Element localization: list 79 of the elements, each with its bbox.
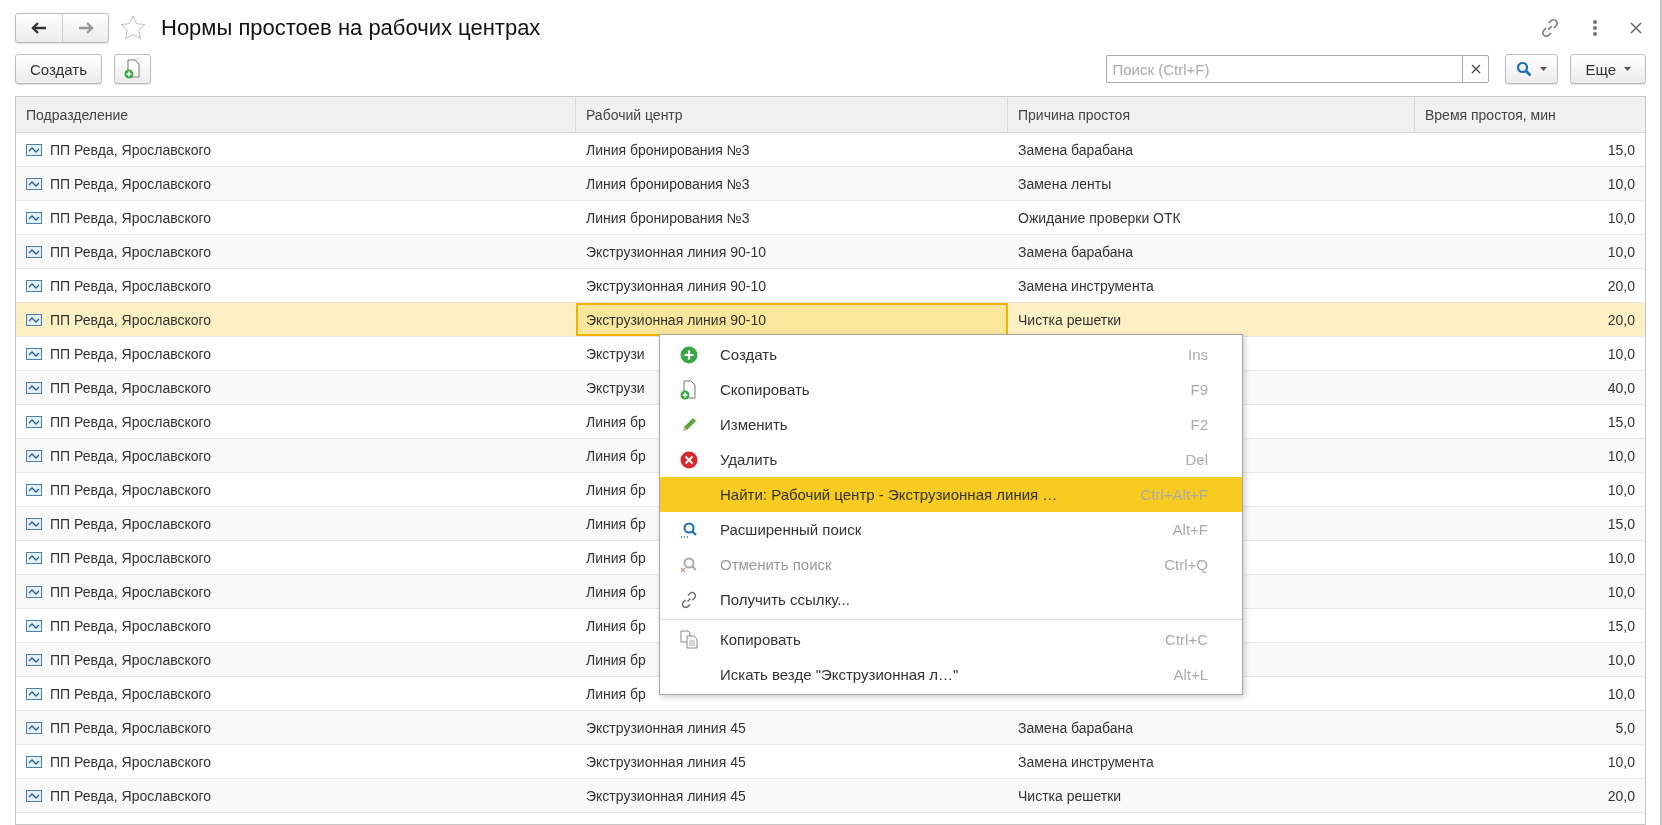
table-cell: 10,0 [1607, 243, 1635, 260]
table-cell: ПП Ревда, Ярославского [50, 583, 212, 600]
table-cell: 20,0 [1607, 311, 1635, 328]
table-cell: 10,0 [1607, 209, 1635, 226]
table-cell: ПП Ревда, Ярославского [50, 787, 212, 804]
shortcut-label: Ctrl+C [1165, 631, 1208, 648]
table-cell: 10,0 [1607, 175, 1635, 192]
table-cell: Ожидание проверки ОТК [1018, 209, 1181, 226]
table-cell: 15,0 [1607, 515, 1635, 532]
shortcut-label: F9 [1190, 381, 1208, 398]
table-cell: Экструзионная линия 45 [586, 787, 746, 804]
table-cell: 10,0 [1607, 447, 1635, 464]
table-cell: ПП Ревда, Ярославского [50, 515, 212, 532]
shortcut-label: Ctrl+Q [1164, 556, 1208, 573]
table-cell: ПП Ревда, Ярославского [50, 141, 212, 158]
shortcut-label: Ins [1188, 346, 1208, 363]
table-cell: ПП Ревда, Ярославского [50, 481, 212, 498]
table-cell: 10,0 [1607, 753, 1635, 770]
table-cell: Замена барабана [1018, 141, 1134, 158]
table-cell: Экструзи [586, 379, 645, 396]
table-cell: 20,0 [1607, 787, 1635, 804]
shortcut-label: Alt+F [1172, 521, 1208, 538]
table-cell: ПП Ревда, Ярославского [50, 651, 212, 668]
table-cell: Замена барабана [1018, 719, 1134, 736]
table-cell: Линия бронирования №3 [586, 141, 750, 158]
table-cell: ПП Ревда, Ярославского [50, 753, 212, 770]
table-cell: Замена барабана [1018, 243, 1134, 260]
table-cell: ПП Ревда, Ярославского [50, 379, 212, 396]
table-cell: Линия бр [586, 481, 646, 498]
table-cell: Замена инструмента [1018, 753, 1154, 770]
table-cell: 15,0 [1607, 141, 1635, 158]
table-cell: Экструзионная линия 45 [586, 753, 746, 770]
table-cell: ПП Ревда, Ярославского [50, 413, 212, 430]
table-cell: 10,0 [1607, 345, 1635, 362]
table-cell: 20,0 [1607, 277, 1635, 294]
table-cell: Линия бр [586, 549, 646, 566]
table-cell: ПП Ревда, Ярославского [50, 447, 212, 464]
table-cell: ПП Ревда, Ярославского [50, 345, 212, 362]
table-cell: Замена инструмента [1018, 277, 1154, 294]
table-cell: ПП Ревда, Ярославского [50, 243, 212, 260]
table-cell: Чистка решетки [1018, 311, 1122, 328]
shortcut-label: Del [1185, 451, 1208, 468]
table-cell: Линия бр [586, 583, 646, 600]
table-cell: 10,0 [1607, 685, 1635, 702]
table-cell: ПП Ревда, Ярославского [50, 175, 212, 192]
table-cell: ПП Ревда, Ярославского [50, 209, 212, 226]
table-cell: 10,0 [1607, 481, 1635, 498]
table-cell: Чистка решетки [1018, 787, 1122, 804]
window-title: Нормы простоев на рабочих центрах [161, 15, 541, 41]
table-cell: Линия бр [586, 413, 646, 430]
shortcut-label: Ctrl+Alt+F [1140, 486, 1208, 503]
table-cell: 5,0 [1615, 719, 1635, 736]
table-cell: ПП Ревда, Ярославского [50, 617, 212, 634]
table-cell: Линия бр [586, 447, 646, 464]
table-cell: 10,0 [1607, 583, 1635, 600]
shortcut-label: F2 [1190, 416, 1208, 433]
table-cell: Линия бр [586, 685, 646, 702]
table-cell: ПП Ревда, Ярославского [50, 311, 212, 328]
table-cell: Линия бронирования №3 [586, 175, 750, 192]
table-cell: 40,0 [1607, 379, 1635, 396]
table-cell: 10,0 [1607, 549, 1635, 566]
table-cell: Экструзионная линия 90-10 [586, 277, 766, 294]
table-cell: Линия бронирования №3 [586, 209, 750, 226]
table-cell: 15,0 [1607, 617, 1635, 634]
shortcut-label: Alt+L [1173, 666, 1208, 683]
table-cell: 10,0 [1607, 651, 1635, 668]
table-cell: Линия бр [586, 515, 646, 532]
table-cell: Линия бр [586, 617, 646, 634]
table-cell: ПП Ревда, Ярославского [50, 685, 212, 702]
table-cell: ПП Ревда, Ярославского [50, 277, 212, 294]
table-cell: Линия бр [586, 651, 646, 668]
table-cell: ПП Ревда, Ярославского [50, 719, 212, 736]
table-cell: Экструзионная линия 45 [586, 719, 746, 736]
table-cell: Экструзи [586, 345, 645, 362]
table-cell: Экструзионная линия 90-10 [586, 243, 766, 260]
table-cell: Замена ленты [1018, 175, 1112, 192]
table-cell: ПП Ревда, Ярославского [50, 549, 212, 566]
table-cell: 15,0 [1607, 413, 1635, 430]
table-cell: Экструзионная линия 90-10 [586, 311, 766, 328]
